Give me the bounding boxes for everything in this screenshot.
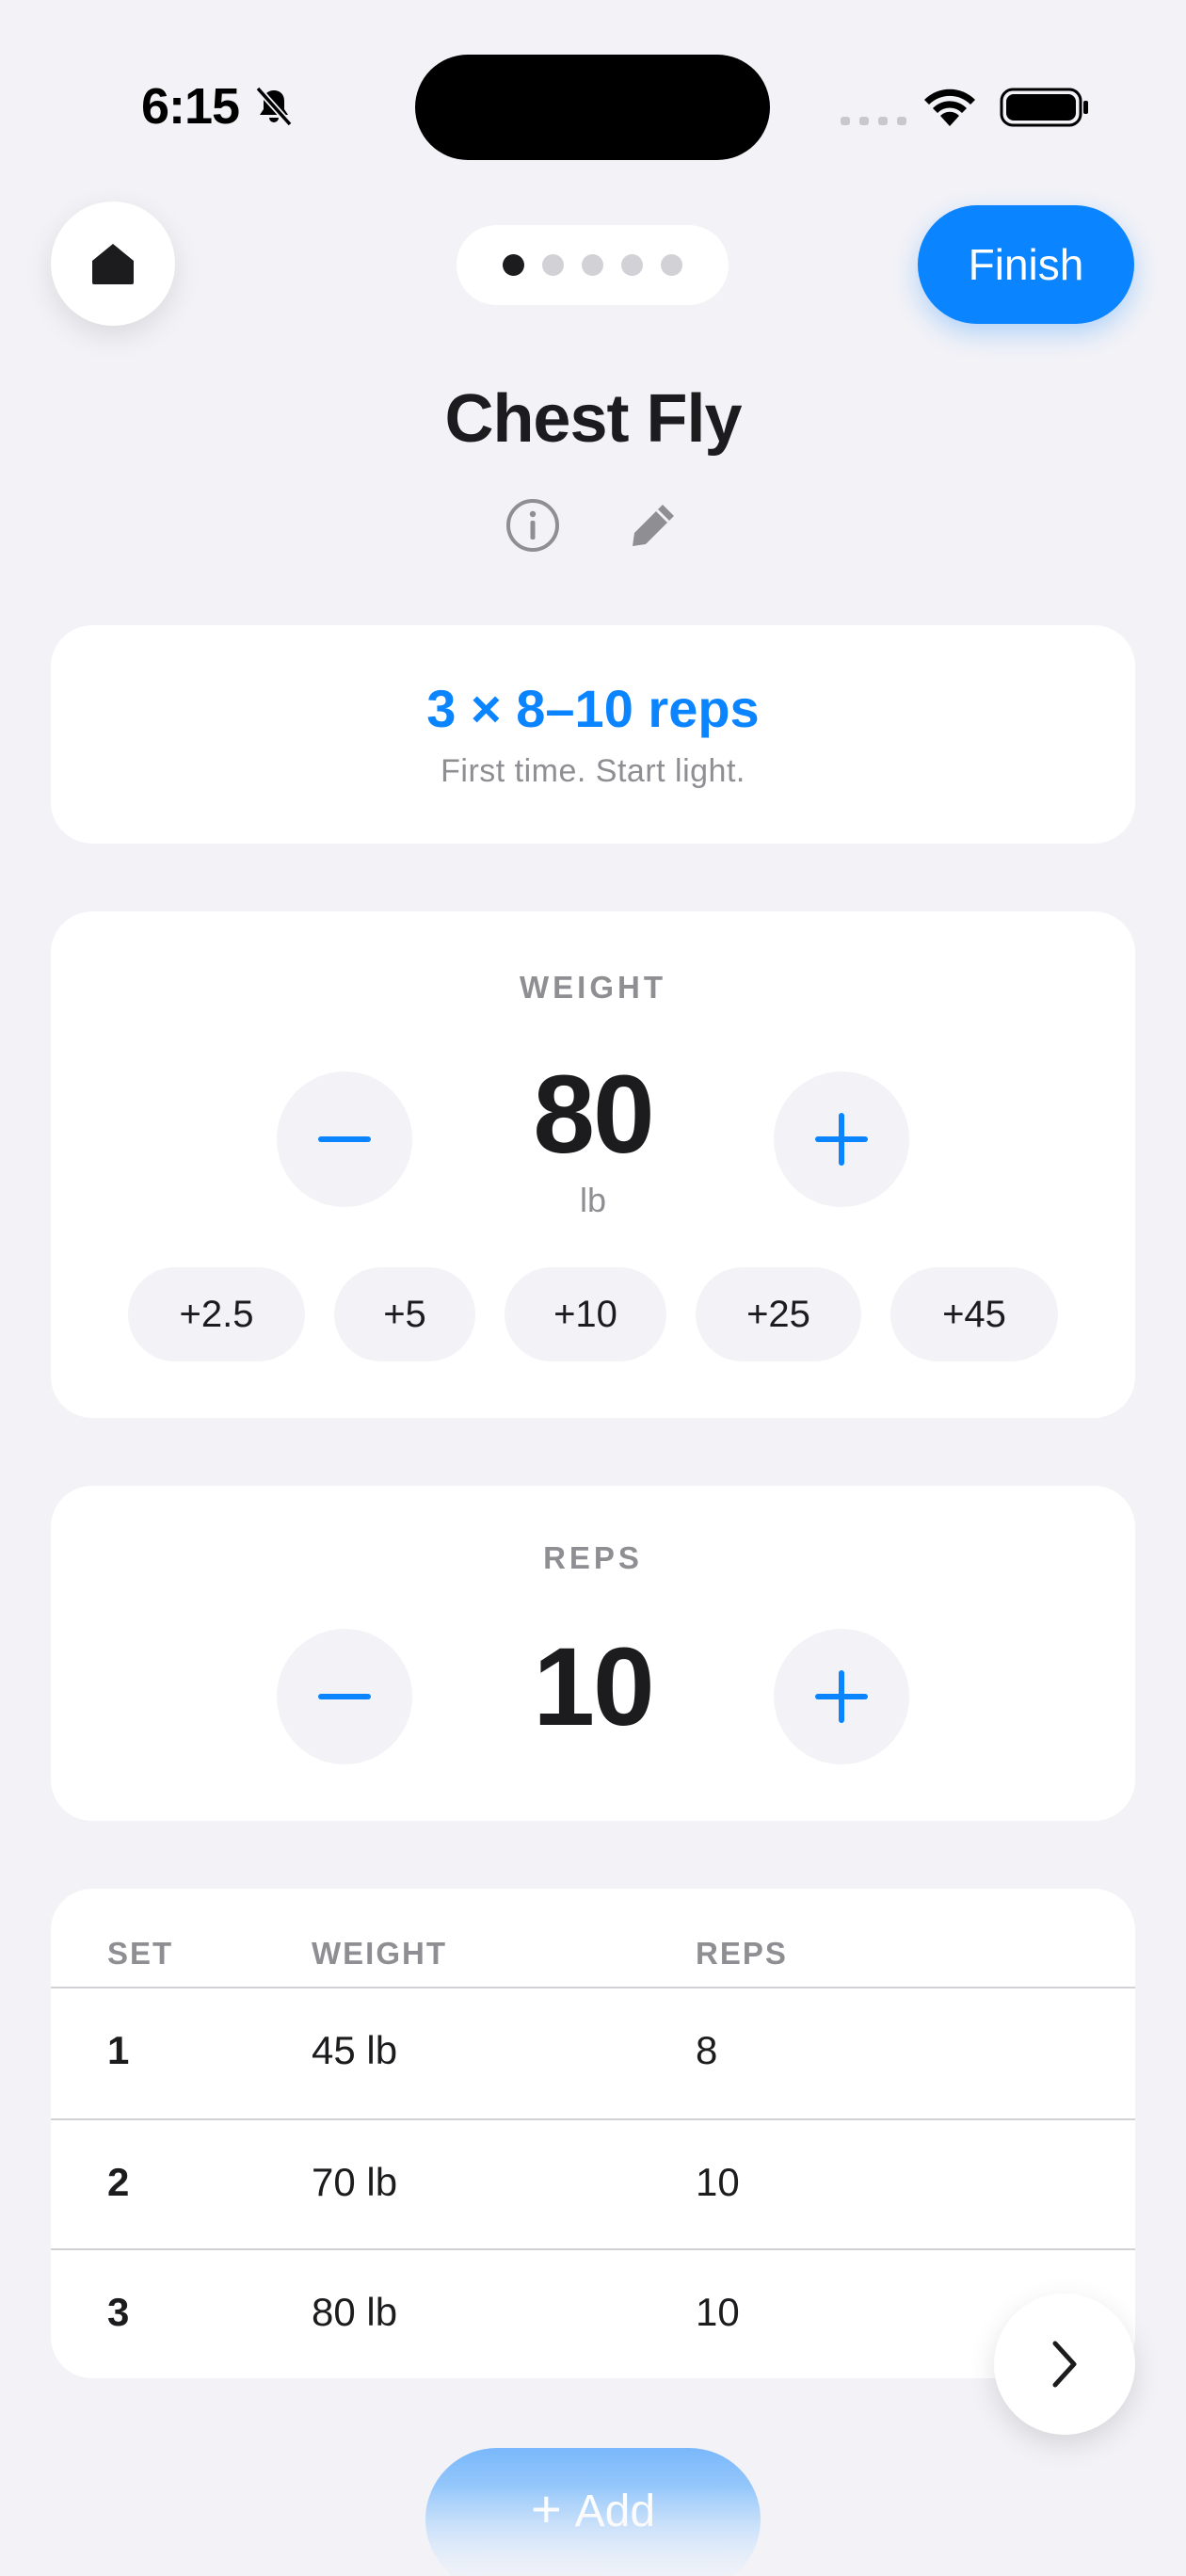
add-set-button[interactable]: + Add <box>425 2448 761 2576</box>
set-weight: 45 lb <box>312 2028 398 2072</box>
info-icon[interactable] <box>505 497 561 554</box>
increment-chip-2-5[interactable]: +2.5 <box>128 1267 305 1361</box>
home-button[interactable] <box>51 201 175 326</box>
target-card: 3 × 8–10 reps First time. Start light. <box>51 625 1135 844</box>
finish-button[interactable]: Finish <box>918 205 1134 324</box>
table-row[interactable]: 2 70 lb 10 <box>51 2118 1135 2250</box>
weight-value: 80 <box>533 1053 654 1177</box>
page-dot[interactable] <box>661 254 682 276</box>
weight-increment-chips: +2.5 +5 +10 +25 +45 <box>51 1267 1135 1361</box>
weight-unit: lb <box>579 1181 607 1219</box>
plus-icon <box>815 1670 868 1723</box>
reps-increment-button[interactable] <box>774 1629 909 1764</box>
set-weight: 80 lb <box>312 2290 398 2334</box>
wifi-icon <box>924 89 975 126</box>
reps-card: REPS 10 <box>51 1486 1135 1821</box>
column-header-reps: REPS <box>696 1936 788 1971</box>
bell-slash-icon <box>255 86 293 127</box>
battery-icon <box>1000 88 1088 127</box>
set-number: 1 <box>107 2028 130 2072</box>
plus-icon <box>815 1113 868 1166</box>
chevron-right-icon <box>1052 2341 1077 2388</box>
column-header-weight: WEIGHT <box>312 1936 447 1971</box>
target-subtitle: First time. Start light. <box>441 753 745 789</box>
next-exercise-button[interactable] <box>994 2294 1135 2435</box>
pencil-icon[interactable] <box>627 499 680 552</box>
increment-chip-5[interactable]: +5 <box>334 1267 475 1361</box>
set-reps: 10 <box>696 2160 740 2204</box>
target-reps: 3 × 8–10 reps <box>426 679 760 738</box>
reps-label: REPS <box>543 1540 643 1575</box>
page-dot[interactable] <box>503 254 524 276</box>
weight-increment-button[interactable] <box>774 1071 909 1207</box>
page-dot[interactable] <box>621 254 643 276</box>
add-label: Add <box>574 2487 656 2536</box>
set-reps: 8 <box>696 2028 718 2072</box>
house-icon <box>92 244 134 284</box>
sets-table: SET WEIGHT REPS 1 45 lb 8 2 70 lb 10 3 8… <box>51 1889 1135 2378</box>
set-reps: 10 <box>696 2290 740 2334</box>
increment-chip-25[interactable]: +25 <box>696 1267 861 1361</box>
table-row[interactable]: 1 45 lb 8 <box>51 1987 1135 2118</box>
workout-screen: 6:15 Finish Chest Fly 3 × 8–10 reps Firs… <box>0 0 1186 2576</box>
exercise-title: Chest Fly <box>444 381 742 457</box>
reps-value: 10 <box>533 1625 654 1749</box>
status-time: 6:15 <box>141 78 240 135</box>
page-indicator[interactable] <box>457 225 729 305</box>
weight-label: WEIGHT <box>520 970 666 1005</box>
increment-chip-45[interactable]: +45 <box>890 1267 1058 1361</box>
table-row[interactable]: 3 80 lb 10 <box>51 2248 1135 2378</box>
page-dot[interactable] <box>582 254 603 276</box>
column-header-set: SET <box>107 1936 174 1971</box>
set-number: 3 <box>107 2290 130 2334</box>
weight-card: WEIGHT 80 lb +2.5 +5 +10 +25 +45 <box>51 911 1135 1418</box>
signal-icon <box>841 117 906 125</box>
plus-icon: + <box>530 2479 562 2538</box>
set-weight: 70 lb <box>312 2160 398 2204</box>
increment-chip-10[interactable]: +10 <box>505 1267 666 1361</box>
set-number: 2 <box>107 2160 130 2204</box>
page-dot[interactable] <box>542 254 564 276</box>
dynamic-island <box>415 55 770 160</box>
